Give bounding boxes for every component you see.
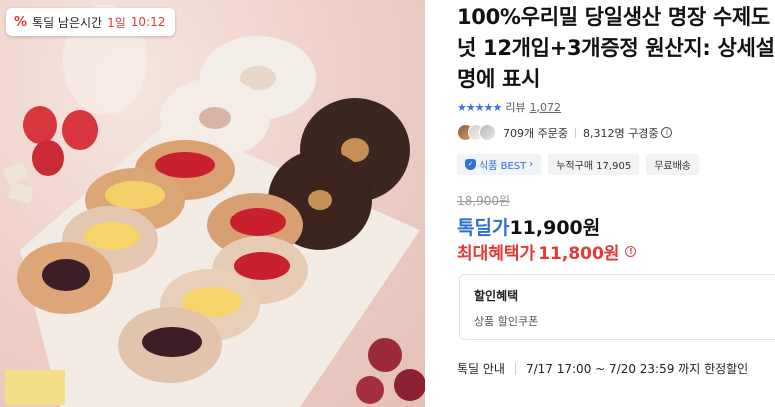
review-label: 리뷰 xyxy=(505,101,526,114)
deal-timer-days: 1일 xyxy=(107,15,126,30)
divider xyxy=(514,362,516,375)
shield-icon: ✓ xyxy=(465,159,476,170)
discount-benefits-box[interactable]: 할인혜택 상품 할인쿠폰 xyxy=(459,274,775,340)
original-price: 18,900원 xyxy=(457,194,511,208)
max-benefit-price-row: 최대혜택가 11,800원 ! xyxy=(457,239,637,264)
viewers-count: 8,312명 구경중 xyxy=(582,126,659,140)
divider xyxy=(574,127,576,138)
discount-title: 할인혜택 xyxy=(474,289,519,303)
best-badge[interactable]: ✓ 식품 BEST › xyxy=(457,154,542,175)
info-icon[interactable]: i xyxy=(661,127,673,138)
product-title: 100%우리밀 당일생산 명장 수제도넛 12개입+3개증정 원산지: 상세설명… xyxy=(457,5,775,91)
badge-row: ✓ 식품 BEST › 누적구매 17,905 무료배송 xyxy=(457,154,700,175)
percent-icon: % xyxy=(14,14,28,30)
deal-timer-time: 10:12 xyxy=(130,15,166,29)
best-badge-label: 식품 BEST xyxy=(479,161,527,172)
deal-price-row: 톡딜가11,900원 xyxy=(457,213,600,240)
deal-timer-label: 톡딜 남은시간 xyxy=(32,15,103,30)
cumulative-purchase-badge: 누적구매 17,905 xyxy=(548,154,640,175)
rating-row[interactable]: ★★★★★ 리뷰 1,072 xyxy=(457,99,561,115)
buyer-avatars xyxy=(457,124,496,141)
deal-notice-label: 톡딜 안내 xyxy=(457,362,505,376)
deal-price-label: 톡딜가 xyxy=(457,217,510,239)
deal-timer-badge: % 톡딜 남은시간 1일 10:12 xyxy=(6,8,176,36)
chevron-right-icon: › xyxy=(529,159,534,170)
product-info-panel: 100%우리밀 당일생산 명장 수제도넛 12개입+3개증정 원산지: 상세설명… xyxy=(444,0,775,407)
product-image[interactable]: % 톡딜 남은시간 1일 10:12 xyxy=(0,0,425,407)
review-count-link[interactable]: 1,072 xyxy=(530,101,562,114)
info-icon[interactable]: ! xyxy=(625,246,637,257)
discount-coupon-item: 상품 할인쿠폰 xyxy=(474,315,539,328)
avatar xyxy=(479,124,496,141)
deal-notice-row: 톡딜 안내 7/17 17:00 ~ 7/20 23:59 까지 한정할인 xyxy=(457,360,748,377)
donut-box-illustration xyxy=(2,5,425,407)
star-rating-icon: ★★★★★ xyxy=(457,100,502,114)
max-benefit-label: 최대혜택가 xyxy=(457,244,536,264)
free-shipping-badge: 무료배송 xyxy=(646,154,700,175)
max-benefit-price: 11,800원 xyxy=(538,244,620,264)
deal-price: 11,900원 xyxy=(509,217,601,239)
orders-count: 709개 주문중 xyxy=(503,126,568,140)
social-proof-row: 709개 주문중 8,312명 구경중 i xyxy=(457,124,673,141)
deal-notice-period: 7/17 17:00 ~ 7/20 23:59 까지 한정할인 xyxy=(525,362,749,376)
